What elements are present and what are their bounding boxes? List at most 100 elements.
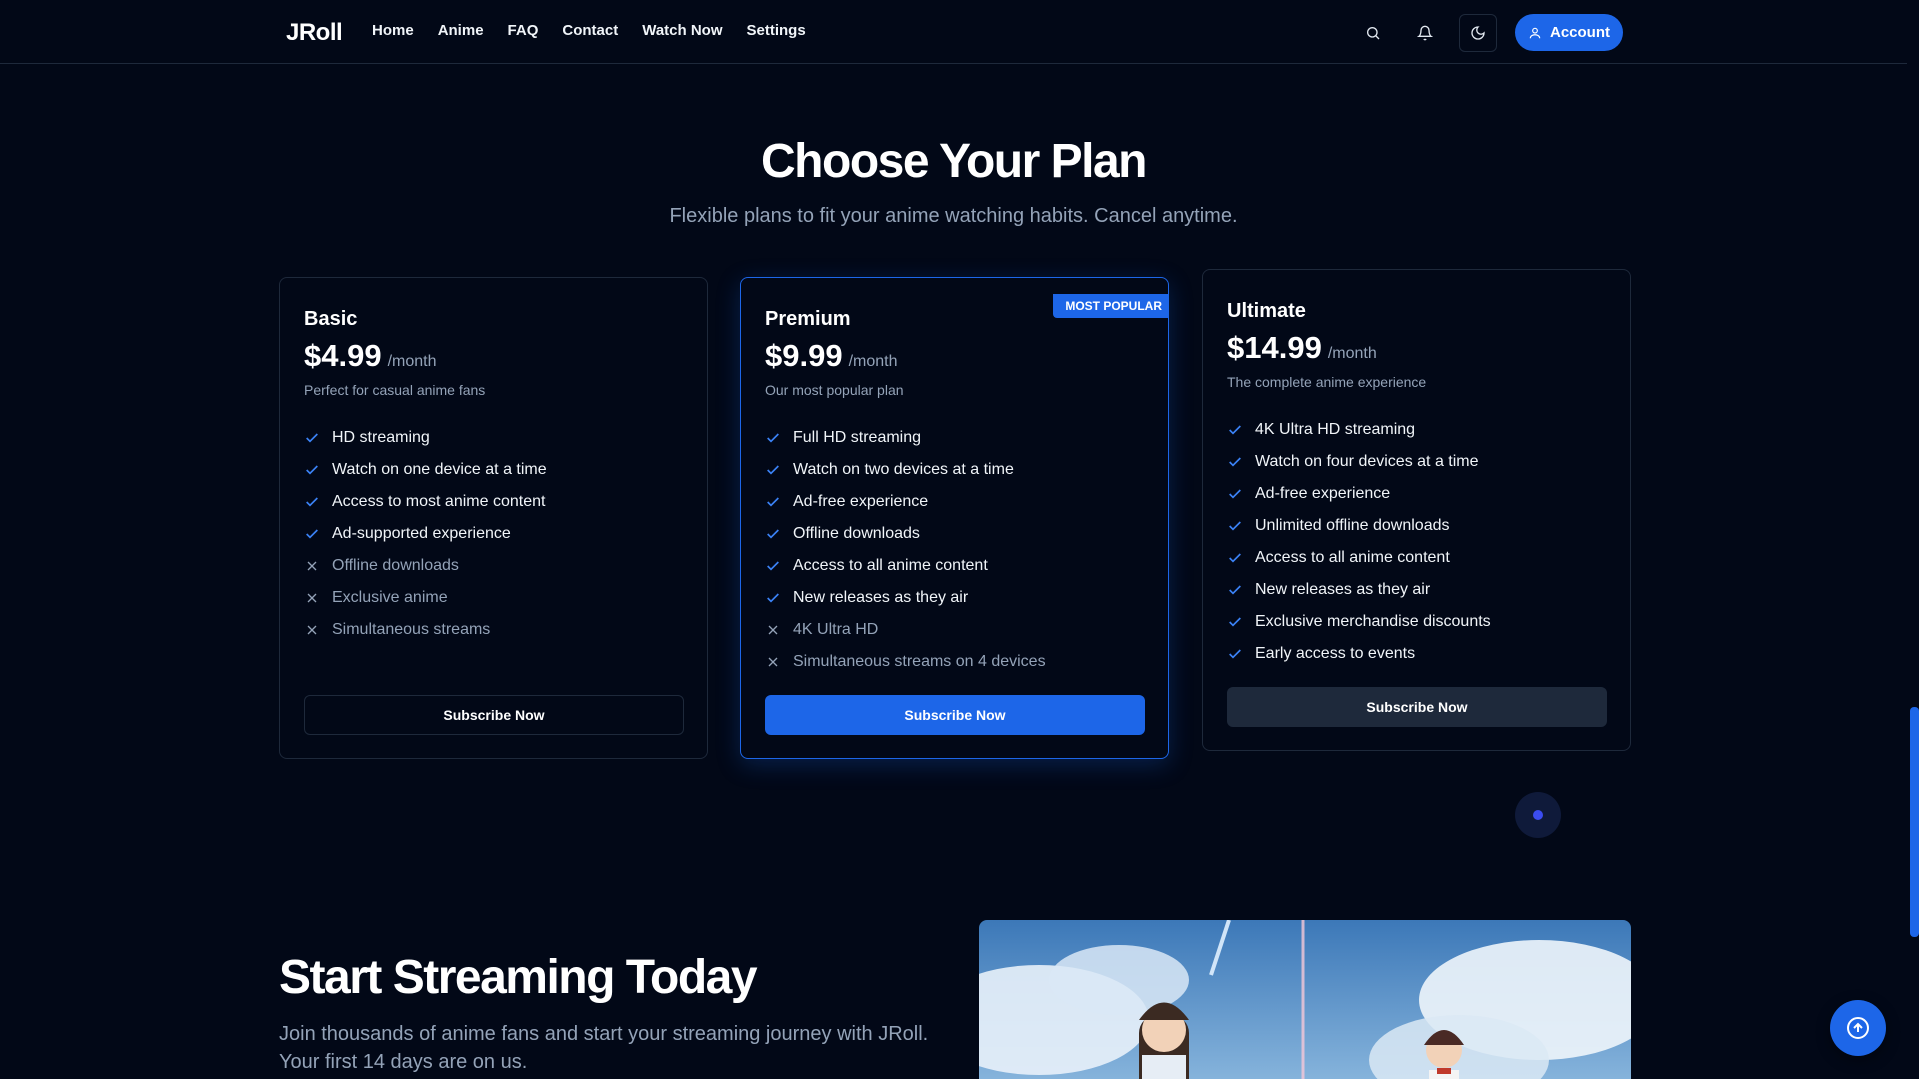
plan-period: /month: [1327, 345, 1377, 362]
plan-card-premium: MOST POPULAR Premium $9.99 /month Our mo…: [740, 277, 1169, 759]
check-icon: [767, 593, 779, 603]
feature-text: 4K Ultra HD: [793, 621, 879, 638]
indicator-dot: [1533, 810, 1543, 820]
feature-item: Watch on four devices at a time: [1227, 446, 1491, 478]
feature-item: Simultaneous streams: [304, 614, 547, 646]
feature-item: Simultaneous streams on 4 devices: [765, 646, 1046, 678]
nav-link-watch-now[interactable]: Watch Now: [642, 22, 722, 39]
feature-item: 4K Ultra HD: [765, 614, 1046, 646]
feature-text: Ad-free experience: [793, 493, 929, 510]
plan-tagline: Our most popular plan: [765, 382, 904, 398]
feature-text: Full HD streaming: [793, 429, 922, 446]
feature-item: Ad-supported experience: [304, 518, 547, 550]
check-icon: [306, 433, 318, 443]
plan-tagline: The complete anime experience: [1227, 374, 1427, 390]
arrow-up-circle-icon: [1847, 1017, 1869, 1039]
feature-item: Offline downloads: [765, 518, 1046, 550]
plan-name: Ultimate: [1227, 300, 1306, 322]
feature-text: Simultaneous streams on 4 devices: [793, 653, 1046, 670]
notifications-button[interactable]: [1406, 14, 1444, 52]
feature-text: Watch on four devices at a time: [1255, 453, 1479, 470]
feature-text: Ad-free experience: [1255, 485, 1391, 502]
check-icon: [1229, 649, 1241, 659]
x-icon: [307, 625, 317, 635]
streaming-title: Start Streaming Today: [279, 951, 758, 1004]
logo[interactable]: JRoll: [286, 19, 343, 47]
streaming-text-line1: Join thousands of anime fans and start y…: [279, 1023, 929, 1045]
theme-toggle-button[interactable]: [1459, 14, 1497, 52]
search-icon: [1367, 27, 1380, 40]
plan-name: Basic: [304, 308, 358, 330]
nav-link-settings[interactable]: Settings: [747, 22, 806, 39]
price-row: $9.99 /month: [765, 338, 898, 374]
check-icon: [767, 529, 779, 539]
scrollbar-thumb[interactable]: [1910, 707, 1919, 937]
plan-period: /month: [848, 353, 898, 370]
subscribe-button-basic[interactable]: Subscribe Now: [304, 695, 684, 735]
plan-tagline: Perfect for casual anime fans: [304, 382, 486, 398]
x-icon: [307, 593, 317, 603]
feature-item: Early access to events: [1227, 638, 1491, 670]
x-icon: [307, 561, 317, 571]
feature-text: Watch on one device at a time: [332, 461, 547, 478]
feature-item: New releases as they air: [1227, 574, 1491, 606]
feature-item: New releases as they air: [765, 582, 1046, 614]
plan-card-basic: Basic $4.99 /month Perfect for casual an…: [279, 277, 708, 759]
check-icon: [1229, 521, 1241, 531]
feature-item: Access to all anime content: [765, 550, 1046, 582]
account-label: Account: [1550, 24, 1610, 41]
subscribe-button-ultimate[interactable]: Subscribe Now: [1227, 687, 1607, 727]
feature-item: Exclusive anime: [304, 582, 547, 614]
feature-item: Ad-free experience: [1227, 478, 1491, 510]
plan-name: Premium: [765, 308, 851, 330]
feature-item: Offline downloads: [304, 550, 547, 582]
feature-text: Offline downloads: [793, 525, 920, 542]
scroll-to-top-button[interactable]: [1830, 1000, 1886, 1056]
feature-text: Access to all anime content: [1255, 549, 1450, 566]
feature-list: Full HD streaming Watch on two devices at…: [765, 422, 1046, 678]
feature-text: Offline downloads: [332, 557, 459, 574]
check-icon: [1229, 425, 1241, 435]
feature-item: Ad-free experience: [765, 486, 1046, 518]
feature-item: Exclusive merchandise discounts: [1227, 606, 1491, 638]
pricing-subtitle: Flexible plans to fit your anime watchin…: [669, 205, 1238, 227]
feature-text: Exclusive anime: [332, 589, 448, 606]
x-icon: [768, 625, 778, 635]
feature-text: Simultaneous streams: [332, 621, 491, 638]
check-icon: [767, 497, 779, 507]
check-icon: [306, 465, 318, 475]
plan-price: $4.99: [304, 338, 382, 373]
check-icon: [306, 529, 318, 539]
account-button[interactable]: Account: [1515, 14, 1623, 51]
subscribe-button-premium[interactable]: Subscribe Now: [765, 695, 1145, 735]
check-icon: [1229, 457, 1241, 467]
feature-text: Access to all anime content: [793, 557, 988, 574]
feature-item: Full HD streaming: [765, 422, 1046, 454]
nav-link-faq[interactable]: FAQ: [508, 22, 539, 39]
nav-link-contact[interactable]: Contact: [562, 22, 618, 39]
nav-link-anime[interactable]: Anime: [438, 22, 484, 39]
nav-links: Home Anime FAQ Contact Watch Now Setting…: [372, 22, 806, 39]
x-icon: [768, 657, 778, 667]
search-button[interactable]: [1354, 14, 1392, 52]
nav-link-home[interactable]: Home: [372, 22, 414, 39]
feature-text: Ad-supported experience: [332, 525, 511, 542]
plan-card-ultimate: Ultimate $14.99 /month The complete anim…: [1202, 269, 1631, 751]
plan-price: $14.99: [1227, 330, 1322, 365]
feature-item: HD streaming: [304, 422, 547, 454]
anime-hero-image: [979, 920, 1631, 1079]
check-icon: [767, 433, 779, 443]
feature-item: Access to all anime content: [1227, 542, 1491, 574]
feature-item: Access to most anime content: [304, 486, 547, 518]
feature-text: Access to most anime content: [332, 493, 546, 510]
user-icon: [1529, 27, 1541, 38]
check-icon: [1229, 585, 1241, 595]
feature-item: Unlimited offline downloads: [1227, 510, 1491, 542]
moon-icon: [1471, 26, 1485, 40]
feature-item: Watch on one device at a time: [304, 454, 547, 486]
feature-text: 4K Ultra HD streaming: [1255, 421, 1416, 438]
feature-text: Watch on two devices at a time: [793, 461, 1014, 478]
bell-icon: [1417, 25, 1433, 41]
floating-indicator[interactable]: [1515, 792, 1561, 838]
anime-scene-illustration: [979, 920, 1631, 1079]
